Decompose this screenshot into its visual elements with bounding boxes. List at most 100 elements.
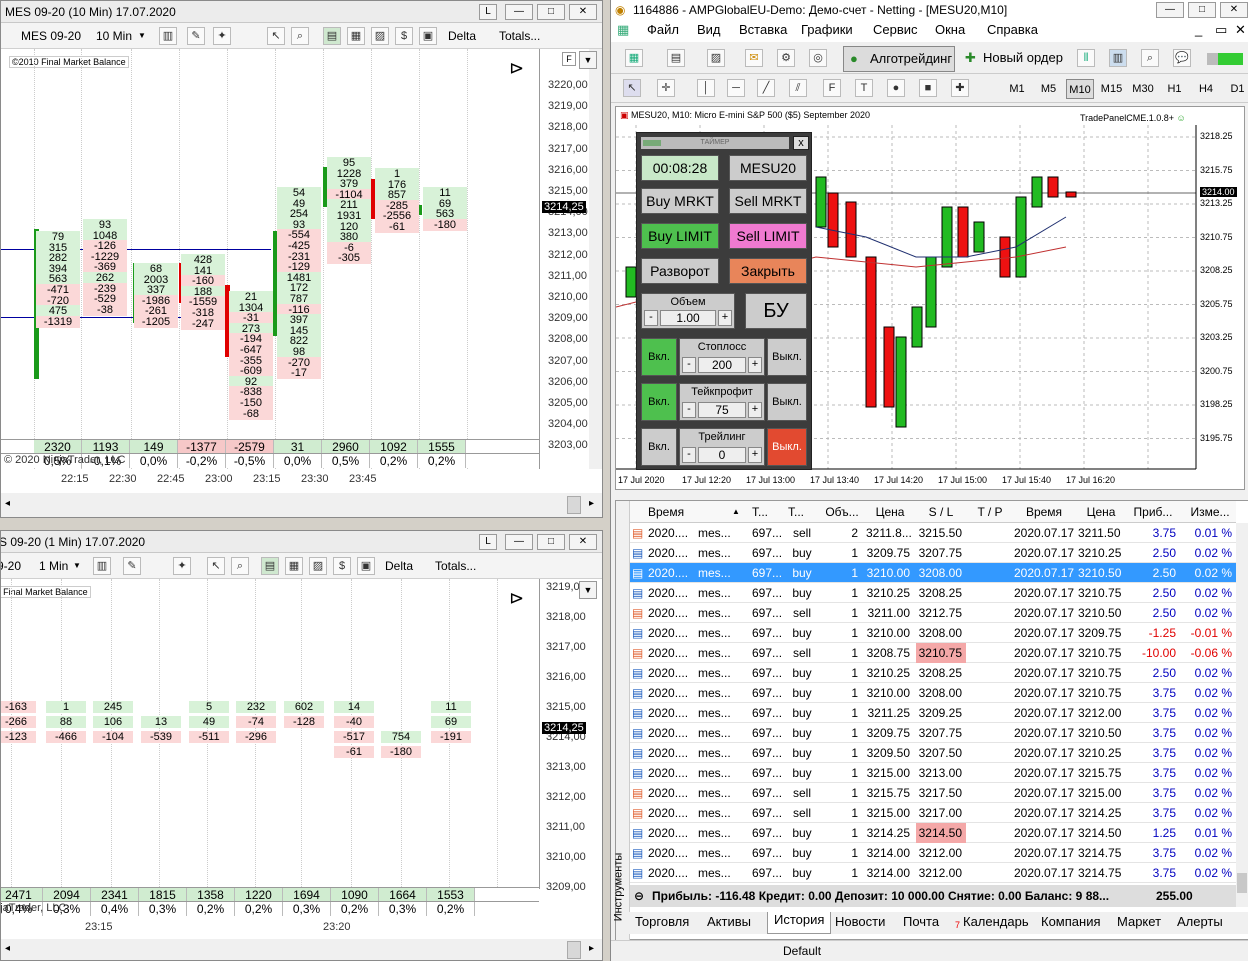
properties-icon[interactable]: ▣ [357, 557, 375, 575]
link-button[interactable]: L [479, 534, 497, 550]
minimize-button[interactable]: — [1156, 2, 1184, 18]
axis-options-button[interactable]: ▼ [579, 51, 597, 69]
history-row[interactable]: ▤ 2020.... mes... 697... buy 1 3210.25 3208.25 2… [630, 583, 1236, 603]
market-watch-icon[interactable]: ▨ [707, 49, 725, 67]
chart-style-icon[interactable]: ▥ [93, 557, 111, 575]
chat-icon[interactable]: 💬 [1173, 49, 1191, 67]
timeframe-m10[interactable]: M10 [1066, 79, 1094, 99]
signals-icon[interactable]: ◎ [809, 49, 827, 67]
tab-1[interactable]: Активы [707, 914, 751, 929]
history-row[interactable]: ▤ 2020.... mes... 697... buy 1 3210.00 3208.00 2… [630, 683, 1236, 703]
axis-options-button[interactable]: ▼ [579, 581, 597, 599]
mdi-close-icon[interactable]: ✕ [1235, 22, 1246, 38]
tab-4[interactable]: Почта [903, 914, 939, 929]
timeframe-m15[interactable]: M15 [1098, 79, 1126, 99]
horizontal-scrollbar[interactable]: ◂ ▸ [1, 939, 602, 960]
tester-icon[interactable]: ⚙ [777, 49, 795, 67]
takeprofit-input[interactable]: 75 [698, 402, 746, 418]
close-button[interactable]: ✕ [569, 4, 597, 20]
stoploss-minus-button[interactable]: - [682, 357, 696, 373]
history-row[interactable]: ▤ 2020.... mes... 697... buy 1 3214.00 3212.00 2… [630, 843, 1236, 863]
scroll-right-icon[interactable]: ⊳ [509, 589, 524, 607]
delta-selector[interactable]: Delta [448, 27, 476, 45]
menu-chart-icon[interactable]: ▦ [617, 22, 629, 38]
buy-market-button[interactable]: Buy MRKT [641, 188, 719, 214]
mdi-restore-icon[interactable]: ▭ [1215, 22, 1227, 38]
crosshair-icon[interactable]: ✛ [657, 79, 675, 97]
column-header[interactable]: Время [648, 501, 696, 521]
buy-limit-button[interactable]: Buy LIMIT [641, 223, 719, 249]
data-box-icon[interactable]: $ [333, 557, 351, 575]
menu-insert[interactable]: Вставка [739, 22, 787, 37]
takeprofit-off-button[interactable]: Выкл. [767, 383, 807, 421]
timeframe-m30[interactable]: M30 [1129, 79, 1157, 99]
mdi-minimize-icon[interactable]: _ [1195, 22, 1202, 37]
stoploss-on-button[interactable]: Вкл. [641, 338, 677, 376]
chevron-down-icon[interactable]: ▼ [73, 557, 81, 575]
vertical-line-icon[interactable]: │ [697, 79, 715, 97]
interval-selector[interactable]: 1 Min [39, 557, 68, 575]
horizontal-scrollbar[interactable]: ◂ ▸ [1, 493, 602, 517]
history-row[interactable]: ▤ 2020.... mes... 697... sell 2 3211.8... 3215.… [630, 523, 1236, 543]
scroll-thumb[interactable] [567, 496, 581, 514]
maximize-button[interactable]: □ [1188, 2, 1216, 18]
delta-selector[interactable]: Delta [385, 557, 413, 575]
takeprofit-minus-button[interactable]: - [682, 402, 696, 418]
takeprofit-on-button[interactable]: Вкл. [641, 383, 677, 421]
tab-7[interactable]: Маркет [1117, 914, 1161, 929]
column-header[interactable]: Т... [788, 501, 820, 521]
tab-2[interactable]: История [767, 912, 832, 934]
ellipse-icon[interactable]: ● [887, 79, 905, 97]
menu-charts[interactable]: Графики [801, 22, 853, 37]
link-button[interactable]: L [479, 4, 497, 20]
trailing-input[interactable]: 0 [698, 447, 746, 463]
menu-file[interactable]: Файл [647, 22, 679, 37]
sell-limit-button[interactable]: Sell LIMIT [729, 223, 807, 249]
menu-tools[interactable]: Сервис [873, 22, 918, 37]
column-header[interactable]: T / P [970, 501, 1010, 521]
close-button[interactable]: ✕ [569, 534, 597, 550]
column-header[interactable]: Цена [866, 501, 914, 521]
timeframe-m5[interactable]: M5 [1035, 79, 1063, 99]
minimize-button[interactable]: — [505, 534, 533, 550]
stoploss-plus-button[interactable]: + [748, 357, 762, 373]
horizontal-line-icon[interactable]: ─ [727, 79, 745, 97]
trailing-minus-button[interactable]: - [682, 447, 696, 463]
volume-plus-button[interactable]: + [718, 310, 732, 326]
zoom-icon[interactable]: ⌕ [291, 27, 309, 45]
nt-chart-plot[interactable]: ©2010 Final Market Balance ⊳ -163 1 245 5 23… [1, 579, 539, 889]
timeframe-d1[interactable]: D1 [1224, 79, 1248, 99]
breakeven-button[interactable]: БУ [745, 293, 807, 329]
history-row[interactable]: ▤ 2020.... mes... 697... sell 1 3208.75 3210.75… [630, 643, 1236, 663]
instrument-selector[interactable]: MES 09-20 [1, 557, 21, 575]
vertical-scrollbar[interactable] [1236, 523, 1248, 907]
history-row[interactable]: ▤ 2020.... mes... 697... buy 1 3214.00 3212.00 2… [630, 863, 1236, 883]
totals-selector[interactable]: Totals... [435, 557, 476, 575]
history-row[interactable]: ▤ 2020.... mes... 697... sell 1 3215.75 3217.50… [630, 783, 1236, 803]
close-position-button[interactable]: Закрыть [729, 258, 807, 284]
menu-help[interactable]: Справка [987, 22, 1038, 37]
zoom-icon[interactable]: ⌕ [231, 557, 249, 575]
pointer-icon[interactable]: ↖ [207, 557, 225, 575]
new-chart-icon[interactable]: ▦ [625, 49, 643, 67]
add-indicator-icon[interactable]: ✦ [213, 27, 231, 45]
chart-trader-icon[interactable]: ▨ [309, 557, 327, 575]
drawing-tool-icon[interactable]: ✎ [123, 557, 141, 575]
tab-6[interactable]: Компания [1041, 914, 1101, 929]
scroll-thumb[interactable] [567, 941, 581, 959]
reverse-button[interactable]: Разворот [641, 258, 719, 284]
history-row[interactable]: ▤ 2020.... mes... 697... buy 1 3210.00 3208.00 2… [630, 623, 1236, 643]
depth-of-market-icon[interactable]: ⫴ [1077, 49, 1095, 67]
takeprofit-plus-button[interactable]: + [748, 402, 762, 418]
profiles-icon[interactable]: ▤ [667, 49, 685, 67]
instrument-selector[interactable]: MES 09-20 [21, 27, 81, 45]
tab-0[interactable]: Торговля [635, 914, 689, 929]
sell-market-button[interactable]: Sell MRKT [729, 188, 807, 214]
history-row[interactable]: ▤ 2020.... mes... 697... buy 1 3210.25 3208.25 2… [630, 663, 1236, 683]
history-row[interactable]: ▤ 2020.... mes... 697... buy 1 3209.50 3207.50 2… [630, 743, 1236, 763]
maximize-button[interactable]: □ [537, 534, 565, 550]
history-row[interactable]: ▤ 2020.... mes... 697... sell 1 3211.00 3212.75… [630, 603, 1236, 623]
timeframe-m1[interactable]: M1 [1003, 79, 1031, 99]
scroll-right-icon[interactable]: ⊳ [509, 59, 524, 77]
scroll-left-icon[interactable]: ◂ [5, 943, 10, 954]
